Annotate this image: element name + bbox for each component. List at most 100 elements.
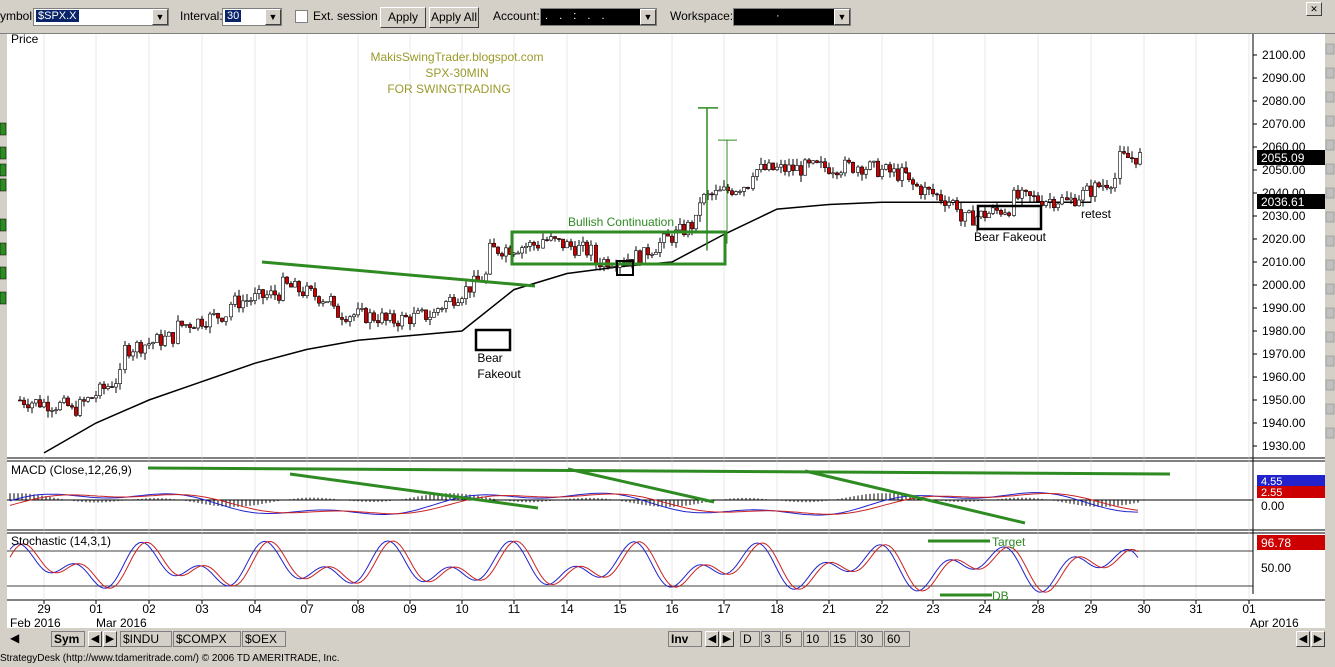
drawing-tool-icon[interactable] [0,146,7,160]
candle-body [188,324,192,328]
candle-body [176,320,180,344]
chevron-down-icon[interactable]: ▼ [152,9,168,25]
workspace-combo[interactable]: · ▼ [733,8,851,26]
tab-compx[interactable]: $COMPX [173,631,241,647]
side-tool-icon[interactable] [1325,259,1335,271]
candle-body [114,383,118,388]
candle-body [420,309,424,312]
drawing-tool-icon[interactable] [0,291,7,305]
apply-button[interactable]: Apply [380,7,426,28]
candle-body [642,247,646,265]
candle-body [309,285,313,289]
interval-5[interactable]: 5 [782,631,802,647]
chevron-down-icon[interactable]: ▼ [265,9,281,25]
candle-body [460,298,464,304]
candle-body [880,168,884,177]
candle-body [1122,151,1126,154]
x-tick-label: 15 [613,602,627,616]
chevron-down-icon[interactable]: ▼ [640,9,656,25]
price-tick-label: 1970.00 [1262,347,1306,361]
interval-15[interactable]: 15 [830,631,856,647]
tab-inv[interactable]: Inv [668,631,702,647]
scroll-left-icon[interactable]: ◀ [8,631,24,647]
side-tool-icon[interactable] [1325,43,1335,55]
stoch-50-tick: 50.00 [1261,561,1291,575]
side-tool-icon[interactable] [1325,403,1335,415]
side-tool-icon[interactable] [1325,235,1335,247]
side-tool-icon[interactable] [1325,307,1335,319]
side-tool-icon[interactable] [1325,187,1335,199]
drawing-tool-icon[interactable] [0,122,7,136]
candle-body [565,241,569,249]
candle-body [372,312,376,321]
ext-session-checkbox[interactable] [295,10,308,23]
price-tick-label: 2020.00 [1262,232,1306,246]
drawing-tool-icon[interactable] [0,266,7,280]
interval-3[interactable]: 3 [761,631,781,647]
candle-body [702,194,706,204]
candle-body [991,207,995,214]
interval-30[interactable]: 30 [857,631,883,647]
candle-body [192,327,196,329]
side-tool-icon[interactable] [1325,331,1335,343]
price-chart[interactable]: 2100.002090.002080.002070.002060.002050.… [0,34,1335,628]
drawing-tool-icon[interactable] [0,178,7,192]
account-combo[interactable]: . . : . . ▼ [540,8,657,26]
side-tool-icon[interactable] [1325,283,1335,295]
candle-body [1016,189,1020,199]
interval-combo[interactable]: 30 ▼ [222,8,282,26]
interval-d[interactable]: D [740,631,760,647]
chevron-down-icon[interactable]: ▼ [834,9,850,25]
apply-all-button[interactable]: Apply All [429,7,479,28]
side-tool-icon[interactable] [1325,379,1335,391]
candle-body [594,244,598,264]
candle-body [589,244,593,256]
side-tool-icon[interactable] [1325,427,1335,439]
candle-body [348,316,352,322]
side-tool-icon[interactable] [1325,139,1335,151]
side-tool-icon[interactable] [1325,355,1335,367]
price-tick-label: 2080.00 [1262,94,1306,108]
drawing-tool-icon[interactable] [0,163,7,177]
side-tool-icon[interactable] [1325,211,1335,223]
prev-interval-icon[interactable]: ◀ [705,631,719,647]
drawing-tool-icon[interactable] [0,242,7,256]
next-tab-icon[interactable]: ▶ [103,631,117,647]
scroll-prev-icon[interactable]: ◀ [1296,631,1310,647]
tab-indu[interactable]: $INDU [120,631,172,647]
side-tool-icon[interactable] [1325,115,1335,127]
x-tick-label: 17 [717,602,731,616]
symbol-combo[interactable]: $SPX.X ▼ [33,8,169,26]
drawing-tool-icon[interactable] [0,218,7,232]
scroll-next-icon[interactable]: ▶ [1311,631,1325,647]
tab-oex[interactable]: $OEX [242,631,286,647]
x-tick-label: 01 [1242,602,1256,616]
x-tick-label: 16 [665,602,679,616]
price-tick-label: 2030.00 [1262,209,1306,223]
tab-sym[interactable]: Sym [51,631,85,647]
candle-body [791,164,795,171]
candle-body [1101,184,1105,188]
next-interval-icon[interactable]: ▶ [720,631,734,647]
x-tick-label: 03 [195,602,209,616]
candle-body [208,313,212,328]
candle-body [722,186,726,191]
candle-body [1020,189,1024,199]
x-tick-label: 18 [770,602,784,616]
candle-body [147,343,151,346]
prev-tab-icon[interactable]: ◀ [88,631,102,647]
candle-body [504,247,508,257]
x-tick-label: 14 [560,602,574,616]
close-icon[interactable]: ✕ [1306,2,1322,16]
candle-body [388,313,392,321]
interval-60[interactable]: 60 [884,631,910,647]
price-tick-label: 2050.00 [1262,163,1306,177]
candle-body [440,308,444,310]
price-tick-label: 1930.00 [1262,439,1306,453]
candle-body [180,320,184,326]
side-tool-icon[interactable] [1325,67,1335,79]
side-tool-icon[interactable] [1325,91,1335,103]
interval-10[interactable]: 10 [803,631,829,647]
side-tool-icon[interactable] [1325,163,1335,175]
candle-body [698,202,702,216]
